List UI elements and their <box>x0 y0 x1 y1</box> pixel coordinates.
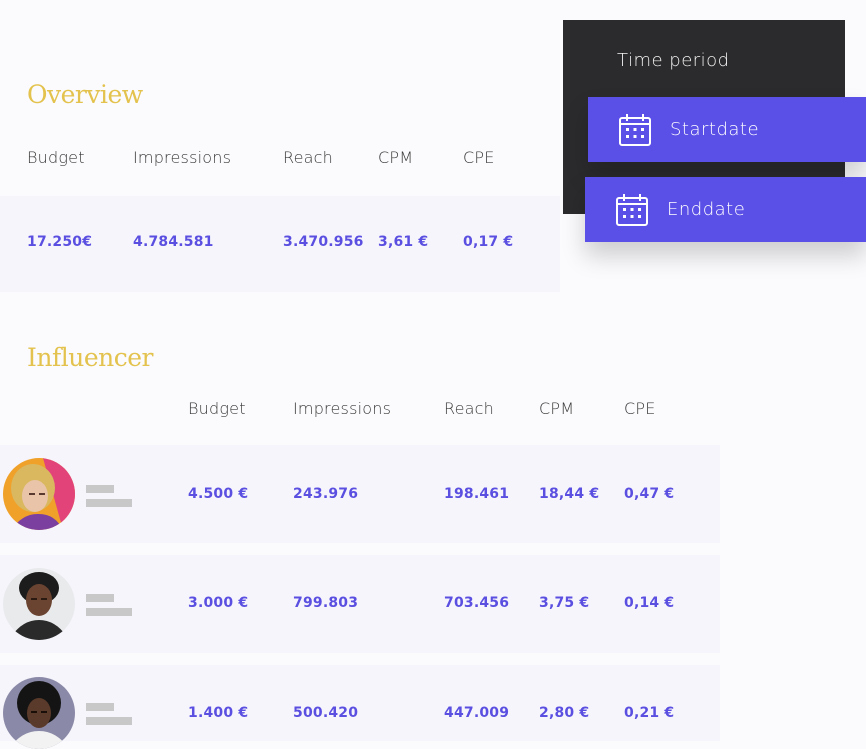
overview-value-cpm: 3,61 € <box>378 234 429 250</box>
enddate-label: Enddate <box>667 199 746 220</box>
avatar <box>3 677 75 749</box>
overview-value-budget: 17.250€ <box>27 234 93 250</box>
overview-header-cpm: CPM <box>378 148 414 167</box>
influencer-header-reach: Reach <box>444 399 494 418</box>
name-placeholder-bar <box>86 594 114 602</box>
overview-value-cpe: 0,17 € <box>463 234 514 250</box>
name-placeholder-bar <box>86 703 114 711</box>
name-placeholder-bar <box>86 485 114 493</box>
name-placeholder-bar <box>86 499 132 507</box>
overview-title: Overview <box>27 80 143 109</box>
calendar-icon <box>616 193 648 226</box>
row-impressions: 500.420 <box>293 705 359 721</box>
row-budget: 1.400 € <box>188 705 249 721</box>
row-cpe: 0,21 € <box>624 705 675 721</box>
time-period-title: Time period <box>617 50 730 71</box>
row-impressions: 799.803 <box>293 595 359 611</box>
name-placeholder-bar <box>86 717 132 725</box>
name-placeholder-bar <box>86 608 132 616</box>
row-budget: 4.500 € <box>188 486 249 502</box>
row-cpm: 2,80 € <box>539 705 590 721</box>
influencer-title: Influencer <box>27 343 153 372</box>
row-impressions: 243.976 <box>293 486 359 502</box>
startdate-button[interactable]: Startdate <box>588 97 866 162</box>
startdate-label: Startdate <box>670 119 760 140</box>
overview-value-impressions: 4.784.581 <box>133 234 214 250</box>
avatar <box>3 458 75 530</box>
row-budget: 3.000 € <box>188 595 249 611</box>
row-cpe: 0,47 € <box>624 486 675 502</box>
overview-header-impressions: Impressions <box>133 148 232 167</box>
row-reach: 703.456 <box>444 595 510 611</box>
row-reach: 198.461 <box>444 486 510 502</box>
influencer-header-cpe: CPE <box>624 399 656 418</box>
influencer-header-budget: Budget <box>188 399 246 418</box>
table-row[interactable] <box>0 445 720 543</box>
table-row[interactable] <box>0 555 720 653</box>
calendar-icon <box>619 113 651 146</box>
row-cpe: 0,14 € <box>624 595 675 611</box>
enddate-button[interactable]: Enddate <box>585 177 866 242</box>
overview-header-budget: Budget <box>27 148 85 167</box>
influencer-header-cpm: CPM <box>539 399 575 418</box>
overview-value-reach: 3.470.956 <box>283 234 364 250</box>
row-reach: 447.009 <box>444 705 510 721</box>
influencer-header-impressions: Impressions <box>293 399 392 418</box>
row-cpm: 18,44 € <box>539 486 600 502</box>
overview-header-reach: Reach <box>283 148 333 167</box>
overview-header-cpe: CPE <box>463 148 495 167</box>
row-cpm: 3,75 € <box>539 595 590 611</box>
avatar <box>3 568 75 640</box>
